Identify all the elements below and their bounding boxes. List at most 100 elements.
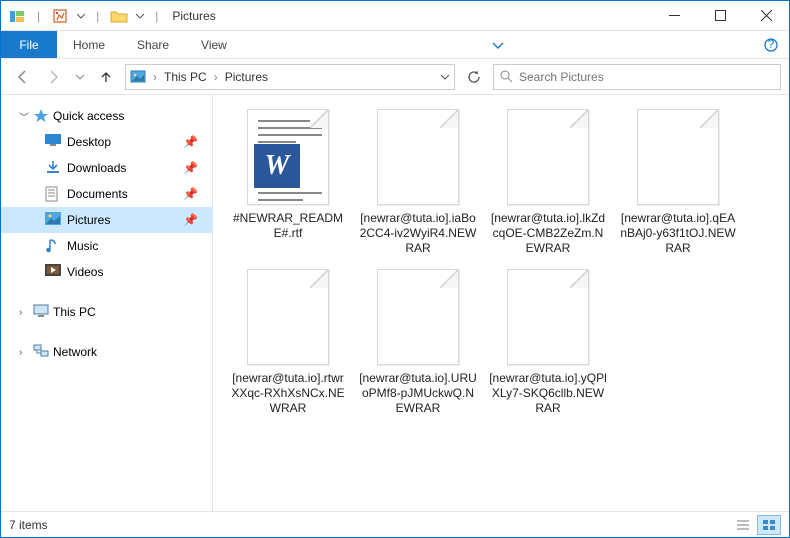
folder-icon [109, 6, 129, 26]
music-icon [45, 238, 61, 254]
file-name: [newrar@tuta.io].lkZdcqOE-CMB2ZeZm.NEWRA… [489, 211, 607, 256]
sidebar-item-label: Quick access [53, 109, 124, 123]
refresh-button[interactable] [461, 64, 487, 90]
properties-icon[interactable] [50, 6, 70, 26]
sidebar-item-pictures[interactable]: Pictures 📌 [1, 207, 212, 233]
sidebar-item-downloads[interactable]: Downloads 📌 [1, 155, 212, 181]
file-name: #NEWRAR_README#.rtf [229, 211, 347, 241]
sidebar-item-label: Network [53, 345, 97, 359]
file-name: [newrar@tuta.io].yQPlXLy7-SKQ6cllb.NEWRA… [489, 371, 607, 416]
file-thumbnail: W [247, 109, 329, 205]
file-item[interactable]: [newrar@tuta.io].yQPlXLy7-SKQ6cllb.NEWRA… [483, 263, 613, 423]
star-icon [33, 108, 49, 124]
file-thumbnail [507, 109, 589, 205]
maximize-button[interactable] [697, 1, 743, 31]
network-icon [33, 344, 49, 360]
sidebar-this-pc[interactable]: › This PC [1, 299, 212, 325]
svg-text:?: ? [768, 38, 775, 51]
separator: | [37, 9, 40, 23]
chevron-right-icon[interactable]: › [214, 70, 218, 84]
chevron-right-icon[interactable]: › [153, 70, 157, 84]
explorer-window: | | | Pictures File Home Share [0, 0, 790, 538]
file-name: [newrar@tuta.io].iaBo2CC4-iv2WyiR4.NEWRA… [359, 211, 477, 256]
file-tab[interactable]: File [1, 31, 57, 58]
file-item[interactable]: [newrar@tuta.io].lkZdcqOE-CMB2ZeZm.NEWRA… [483, 103, 613, 263]
separator: | [155, 9, 158, 23]
sidebar-item-label: Documents [67, 187, 128, 201]
back-button[interactable] [9, 65, 35, 89]
ribbon-expand-icon[interactable] [480, 31, 516, 58]
sidebar-quick-access[interactable]: ﹀ Quick access [1, 103, 212, 129]
window-title: Pictures [172, 9, 215, 23]
chevron-right-icon[interactable]: › [19, 307, 29, 318]
sidebar-item-desktop[interactable]: Desktop 📌 [1, 129, 212, 155]
file-name: [newrar@tuta.io].rtwrXXqc-RXhXsNCx.NEWRA… [229, 371, 347, 416]
documents-icon [45, 186, 61, 202]
file-thumbnail [377, 269, 459, 365]
folder-dropdown-icon[interactable] [135, 6, 145, 26]
pin-icon: 📌 [183, 213, 198, 227]
file-name: [newrar@tuta.io].qEAnBAj0-y63f1tOJ.NEWRA… [619, 211, 737, 256]
search-input[interactable] [519, 70, 774, 84]
tab-home[interactable]: Home [57, 31, 121, 58]
desktop-icon [45, 134, 61, 150]
word-icon: W [254, 144, 300, 188]
nav-bar: › This PC › Pictures [1, 59, 789, 95]
search-box[interactable] [493, 64, 781, 90]
qat-dropdown-icon[interactable] [76, 6, 86, 26]
this-pc-icon [33, 304, 49, 320]
view-switcher [731, 515, 781, 535]
file-item[interactable]: [newrar@tuta.io].qEAnBAj0-y63f1tOJ.NEWRA… [613, 103, 743, 263]
help-icon[interactable]: ? [753, 31, 789, 58]
sidebar-item-label: Desktop [67, 135, 111, 149]
pin-icon: 📌 [183, 135, 198, 149]
file-item[interactable]: [newrar@tuta.io].rtwrXXqc-RXhXsNCx.NEWRA… [223, 263, 353, 423]
item-count: 7 items [9, 518, 48, 532]
sidebar-item-music[interactable]: Music [1, 233, 212, 259]
file-thumbnail [637, 109, 719, 205]
search-icon [500, 70, 513, 83]
file-list[interactable]: W #NEWRAR_README#.rtf [newrar@tuta.io].iaB… [213, 95, 789, 511]
breadcrumb-this-pc[interactable]: This PC [164, 70, 207, 84]
chevron-right-icon[interactable]: › [19, 347, 29, 358]
file-thumbnail [377, 109, 459, 205]
close-button[interactable] [743, 1, 789, 31]
quick-access-toolbar: | | | Pictures [1, 6, 216, 26]
tab-share[interactable]: Share [121, 31, 185, 58]
breadcrumb-current[interactable]: Pictures [225, 70, 268, 84]
file-thumbnail [247, 269, 329, 365]
sidebar-item-label: Downloads [67, 161, 126, 175]
app-icon [7, 6, 27, 26]
body: ﹀ Quick access Desktop 📌 Downloads 📌 [1, 95, 789, 511]
file-item[interactable]: [newrar@tuta.io].URUoPMf8-pJMUckwQ.NEWRA… [353, 263, 483, 423]
large-icons-view-button[interactable] [757, 515, 781, 535]
sidebar-item-label: Videos [67, 265, 103, 279]
file-thumbnail [507, 269, 589, 365]
file-item[interactable]: W #NEWRAR_README#.rtf [223, 103, 353, 263]
downloads-icon [45, 160, 61, 176]
recent-dropdown-icon[interactable] [73, 65, 87, 89]
pictures-icon [45, 212, 61, 228]
forward-button[interactable] [41, 65, 67, 89]
sidebar-item-documents[interactable]: Documents 📌 [1, 181, 212, 207]
status-bar: 7 items [1, 511, 789, 537]
pin-icon: 📌 [183, 161, 198, 175]
sidebar-item-label: Music [67, 239, 98, 253]
chevron-down-icon[interactable]: ﹀ [19, 109, 29, 124]
address-bar[interactable]: › This PC › Pictures [125, 64, 455, 90]
title-bar: | | | Pictures [1, 1, 789, 31]
sidebar-item-videos[interactable]: Videos [1, 259, 212, 285]
minimize-button[interactable] [651, 1, 697, 31]
pictures-folder-icon [130, 69, 146, 85]
details-view-button[interactable] [731, 515, 755, 535]
sidebar-network[interactable]: › Network [1, 339, 212, 365]
sidebar-item-label: Pictures [67, 213, 110, 227]
videos-icon [45, 264, 61, 280]
file-item[interactable]: [newrar@tuta.io].iaBo2CC4-iv2WyiR4.NEWRA… [353, 103, 483, 263]
tab-view[interactable]: View [185, 31, 243, 58]
sidebar-item-label: This PC [53, 305, 96, 319]
address-dropdown-icon[interactable] [440, 72, 450, 82]
up-button[interactable] [93, 65, 119, 89]
navigation-pane: ﹀ Quick access Desktop 📌 Downloads 📌 [1, 95, 213, 511]
separator: | [96, 9, 99, 23]
